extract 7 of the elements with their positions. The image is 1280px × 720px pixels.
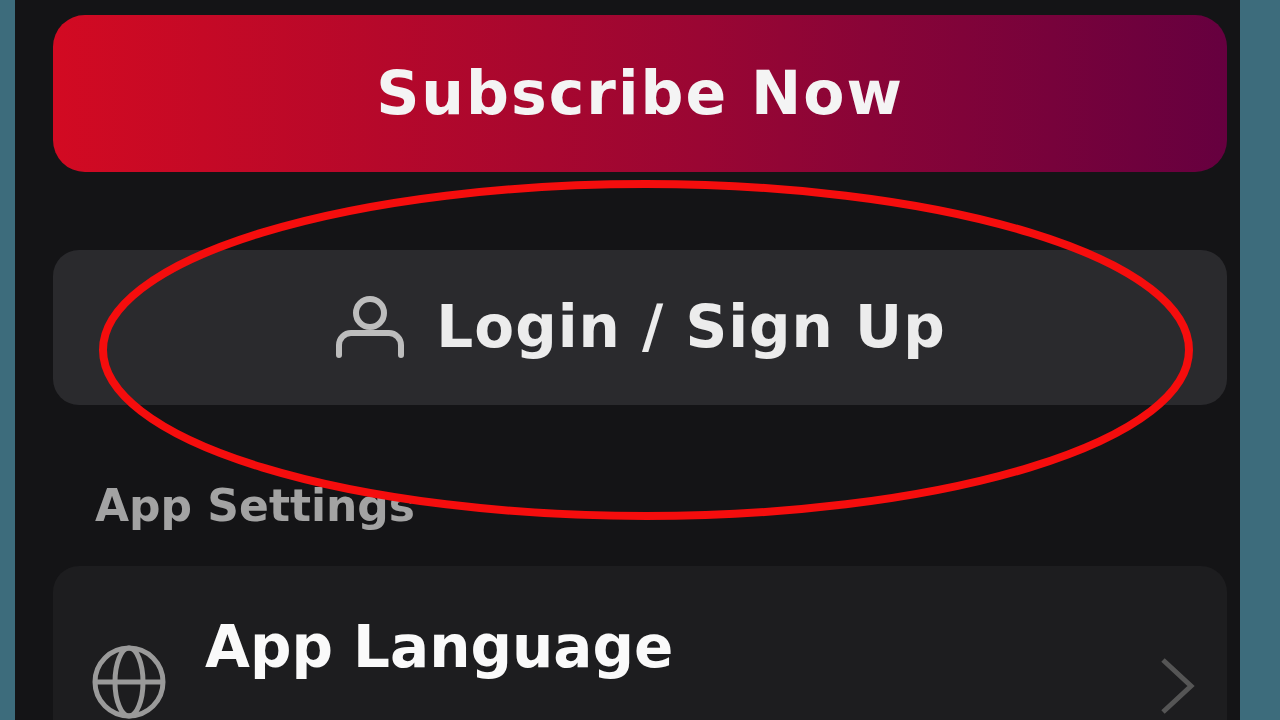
subscribe-button[interactable]: Subscribe Now — [53, 15, 1227, 172]
login-button[interactable]: Login / Sign Up — [53, 249, 1227, 405]
user-icon — [334, 295, 407, 360]
settings-item[interactable]: App Language — [53, 566, 1227, 720]
globe-icon — [91, 644, 167, 720]
item-label: App Language — [205, 616, 675, 680]
section-title: App Settings — [95, 480, 417, 531]
